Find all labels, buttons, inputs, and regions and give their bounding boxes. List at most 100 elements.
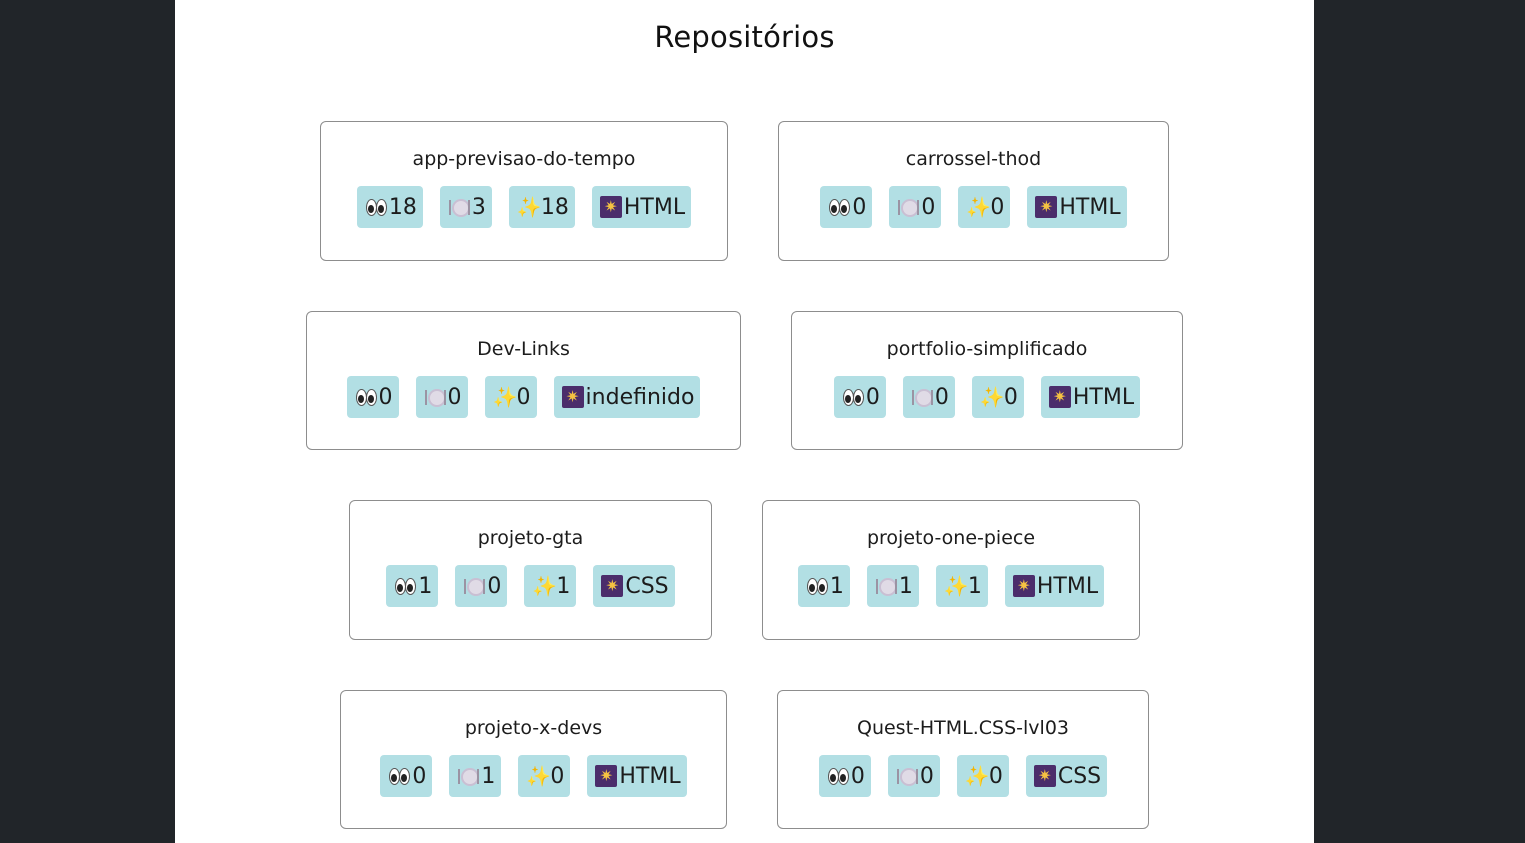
stars-badge[interactable]: ✨ 0 [971, 376, 1024, 418]
stars-count: 0 [516, 384, 531, 410]
repo-card[interactable]: projeto-x-devs 0 1 ✨ 0 ✷ HTML [340, 690, 727, 829]
starburst-icon: ✷ [1012, 575, 1035, 597]
sparkles-icon: ✨ [516, 195, 542, 219]
watchers-badge[interactable]: 0 [833, 376, 886, 418]
watchers-badge[interactable]: 1 [797, 565, 850, 607]
repo-stats: 0 0 ✨ 0 ✷ CSS [778, 755, 1148, 797]
stars-count: 1 [556, 573, 571, 599]
forks-count: 1 [898, 573, 913, 599]
repo-card[interactable]: Quest-HTML.CSS-lvl03 0 0 ✨ 0 ✷ CSS [777, 690, 1149, 829]
forks-badge[interactable]: 0 [455, 565, 508, 607]
plate-icon [897, 196, 920, 218]
watchers-count: 1 [829, 573, 844, 599]
stars-badge[interactable]: ✨ 1 [935, 565, 988, 607]
forks-badge[interactable]: 0 [889, 186, 942, 228]
repo-name[interactable]: app-previsao-do-tempo [321, 148, 727, 170]
forks-count: 0 [921, 194, 936, 220]
starburst-icon: ✷ [1033, 765, 1056, 787]
stars-badge[interactable]: ✨ 1 [524, 565, 577, 607]
forks-badge[interactable]: 1 [866, 565, 919, 607]
stars-badge[interactable]: ✨ 0 [956, 755, 1009, 797]
repo-stats: 0 0 ✨ 0 ✷ HTML [792, 376, 1182, 418]
starburst-icon: ✷ [595, 765, 618, 787]
starburst-icon: ✷ [601, 575, 624, 597]
forks-count: 3 [471, 194, 486, 220]
sparkles-icon: ✨ [492, 385, 518, 409]
eyes-icon [806, 575, 828, 597]
watchers-count: 0 [412, 763, 427, 789]
language-badge[interactable]: ✷ HTML [1004, 565, 1105, 607]
plate-icon [457, 765, 480, 787]
repo-name[interactable]: Dev-Links [307, 338, 740, 360]
stars-badge[interactable]: ✨ 18 [508, 186, 575, 228]
eyes-icon [827, 765, 849, 787]
stars-count: 1 [967, 573, 982, 599]
language-badge[interactable]: ✷ CSS [593, 565, 675, 607]
language-label: CSS [1057, 763, 1102, 789]
repo-stats: 1 0 ✨ 1 ✷ CSS [350, 565, 711, 607]
language-label: CSS [625, 573, 669, 599]
watchers-count: 0 [865, 384, 880, 410]
forks-badge[interactable]: 0 [415, 376, 468, 418]
eyes-icon [394, 575, 417, 597]
forks-count: 0 [934, 384, 949, 410]
forks-badge[interactable]: 1 [449, 755, 502, 797]
watchers-badge[interactable]: 18 [356, 186, 423, 228]
forks-badge[interactable]: 0 [902, 376, 955, 418]
stars-count: 18 [540, 194, 569, 220]
repo-stats: 18 3 ✨ 18 ✷ HTML [321, 186, 727, 228]
stars-count: 0 [1003, 384, 1018, 410]
sparkles-icon: ✨ [964, 764, 990, 788]
watchers-badge[interactable]: 0 [380, 755, 433, 797]
forks-badge[interactable]: 3 [439, 186, 492, 228]
sparkles-icon: ✨ [526, 764, 552, 788]
forks-badge[interactable]: 0 [887, 755, 940, 797]
repo-card[interactable]: Dev-Links 0 0 ✨ 0 ✷ indefinido [306, 311, 741, 450]
language-badge[interactable]: ✷ indefinido [553, 376, 701, 418]
language-badge[interactable]: ✷ CSS [1025, 755, 1108, 797]
watchers-badge[interactable]: 1 [386, 565, 439, 607]
repo-name[interactable]: carrossel-thod [779, 148, 1168, 170]
stars-count: 0 [990, 194, 1005, 220]
stars-count: 0 [988, 763, 1003, 789]
repositories-page: Repositórios app-previsao-do-tempo 18 3 … [175, 0, 1314, 843]
eyes-icon [842, 386, 864, 408]
repo-card[interactable]: projeto-gta 1 0 ✨ 1 ✷ CSS [349, 500, 712, 640]
language-badge[interactable]: ✷ HTML [591, 186, 692, 228]
plate-icon [424, 386, 446, 408]
watchers-badge[interactable]: 0 [818, 755, 871, 797]
watchers-badge[interactable]: 0 [820, 186, 873, 228]
repo-card[interactable]: carrossel-thod 0 0 ✨ 0 ✷ HTML [778, 121, 1169, 261]
repo-card[interactable]: app-previsao-do-tempo 18 3 ✨ 18 ✷ HTML [320, 121, 728, 261]
stars-badge[interactable]: ✨ 0 [958, 186, 1011, 228]
language-badge[interactable]: ✷ HTML [1040, 376, 1141, 418]
stars-badge[interactable]: ✨ 0 [484, 376, 537, 418]
stars-count: 0 [550, 763, 565, 789]
sparkles-icon: ✨ [532, 574, 558, 598]
forks-count: 0 [919, 763, 934, 789]
forks-count: 1 [481, 763, 496, 789]
repo-name[interactable]: projeto-x-devs [341, 717, 726, 739]
repo-name[interactable]: projeto-gta [350, 527, 711, 549]
stars-badge[interactable]: ✨ 0 [518, 755, 571, 797]
watchers-count: 0 [852, 194, 867, 220]
plate-icon [911, 386, 933, 408]
watchers-badge[interactable]: 0 [346, 376, 399, 418]
language-badge[interactable]: ✷ HTML [1027, 186, 1127, 228]
repo-name[interactable]: projeto-one-piece [763, 527, 1139, 549]
plate-icon [875, 575, 897, 597]
watchers-count: 0 [850, 763, 865, 789]
language-label: HTML [623, 194, 686, 220]
repo-name[interactable]: Quest-HTML.CSS-lvl03 [778, 717, 1148, 739]
language-label: HTML [1059, 194, 1121, 220]
repo-card[interactable]: portfolio-simplificado 0 0 ✨ 0 ✷ HTML [791, 311, 1183, 450]
repo-name[interactable]: portfolio-simplificado [792, 338, 1182, 360]
repo-card[interactable]: projeto-one-piece 1 1 ✨ 1 ✷ HTML [762, 500, 1140, 640]
repo-stats: 0 0 ✨ 0 ✷ HTML [779, 186, 1168, 228]
plate-icon [448, 196, 470, 218]
language-label: indefinido [585, 384, 695, 410]
language-label: HTML [619, 763, 681, 789]
language-badge[interactable]: ✷ HTML [587, 755, 687, 797]
eyes-icon [388, 765, 411, 787]
language-label: HTML [1036, 573, 1099, 599]
